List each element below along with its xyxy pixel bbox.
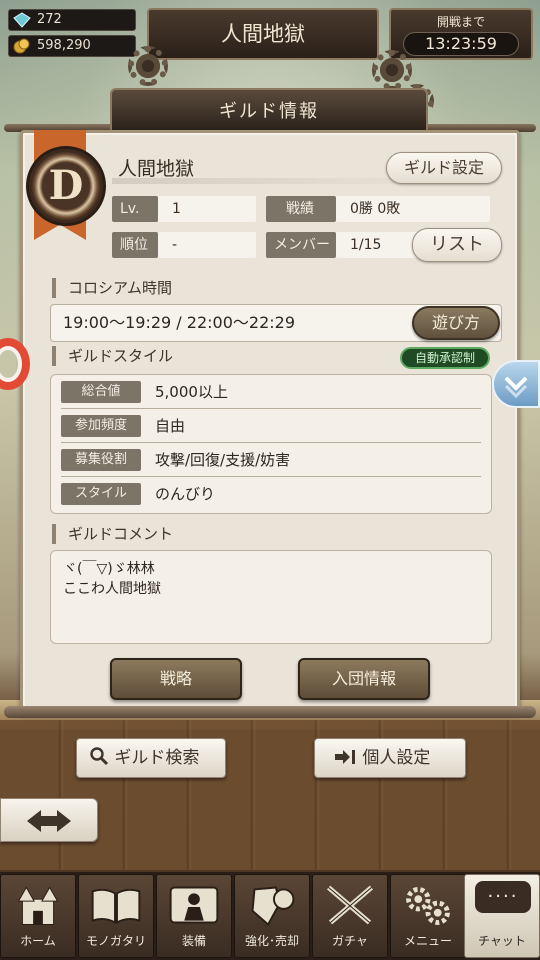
chat-label: チャット xyxy=(478,934,526,948)
strategy-button[interactable]: 戦略 xyxy=(110,658,242,700)
guild-comment-section-title: ギルドコメント xyxy=(52,524,173,544)
level-label: Lv. xyxy=(112,196,158,222)
gear-decoration-right xyxy=(372,50,412,90)
nav-label: ガチャ xyxy=(332,934,368,948)
nav-label: 強化･売却 xyxy=(244,934,299,948)
style-row-value: のんびり xyxy=(155,485,216,503)
join-info-button[interactable]: 入団情報 xyxy=(298,658,430,700)
guild-style-box: 総合値 5,000以上 参加頻度 自由 募集役割 攻撃/回復/支援/妨害 スタイ… xyxy=(50,374,492,514)
personal-settings-button[interactable]: 個人設定 xyxy=(314,738,466,778)
search-icon xyxy=(90,747,109,766)
style-row-label: スタイル xyxy=(61,483,141,505)
comment-line: ここわ人間地獄 xyxy=(63,581,161,597)
guild-search-label: ギルド検索 xyxy=(114,748,200,768)
style-row: 募集役割 攻撃/回復/支援/妨害 xyxy=(61,445,481,477)
timer-label: 開戦まで xyxy=(436,15,485,29)
colosseum-section-title: コロシアム時間 xyxy=(52,278,172,298)
armor-icon xyxy=(169,886,219,924)
back-button[interactable] xyxy=(0,798,98,842)
nav-chat[interactable]: .... チャット xyxy=(464,874,540,958)
timer-value: 13:23:59 xyxy=(403,32,519,56)
guild-emblem: D xyxy=(26,146,106,226)
castle-icon xyxy=(17,886,59,925)
style-row: スタイル のんびり xyxy=(61,479,481,511)
comment-line: ヾ(￣▽)ゞ林林 xyxy=(63,561,155,577)
style-row: 総合値 5,000以上 xyxy=(61,377,481,409)
coin-icon xyxy=(13,38,30,54)
style-row-label: 募集役割 xyxy=(61,449,141,471)
style-row-value: 5,000以上 xyxy=(155,383,228,401)
nav-gacha[interactable]: ガチャ xyxy=(312,874,388,958)
style-row-label: 総合値 xyxy=(61,381,141,403)
coin-counter: 598,290 xyxy=(8,35,136,57)
enter-arrow-icon xyxy=(335,750,355,764)
nav-label: 装備 xyxy=(181,934,206,948)
auto-approve-badge: 自動承認制 xyxy=(400,347,490,369)
personal-settings-label: 個人設定 xyxy=(362,748,431,768)
chat-bubble-icon: .... xyxy=(475,881,531,913)
bottom-rod xyxy=(4,706,536,718)
rank-label: 順位 xyxy=(112,232,158,258)
chevron-down-icon xyxy=(504,376,528,399)
side-chevron-tab[interactable] xyxy=(492,360,540,408)
style-row: 参加頻度 自由 xyxy=(61,411,481,443)
battle-timer: 開戦まで 13:23:59 xyxy=(389,8,533,60)
guild-settings-button[interactable]: ギルド設定 xyxy=(386,152,502,184)
level-value: 1 xyxy=(158,196,256,222)
banner-title: ギルド情報 xyxy=(219,101,319,122)
emblem-letter: D xyxy=(48,162,84,209)
nav-label: メニュー xyxy=(403,934,452,948)
record-value: 0勝 0敗 xyxy=(336,196,490,222)
member-list-button[interactable]: リスト xyxy=(412,228,502,262)
nav-menu[interactable]: メニュー xyxy=(390,874,466,958)
coin-count: 598,290 xyxy=(37,38,91,53)
book-icon xyxy=(91,888,141,925)
members-label: メンバー xyxy=(266,232,336,258)
style-row-value: 自由 xyxy=(155,417,186,435)
guild-title-plate: 人間地獄 xyxy=(147,8,379,60)
style-row-value: 攻撃/回復/支援/妨害 xyxy=(155,451,291,469)
nav-home[interactable]: ホーム xyxy=(0,874,76,958)
rank-value: - xyxy=(158,232,256,258)
guild-comment-box: ヾ(￣▽)ゞ林林 ここわ人間地獄 xyxy=(50,550,492,644)
gears-icon xyxy=(406,886,450,925)
gem-counter: 272 xyxy=(8,9,136,31)
gem-icon xyxy=(13,12,31,28)
gear-decoration-left xyxy=(128,46,168,86)
shield-upgrade-icon xyxy=(251,886,295,927)
guild-style-section-title: ギルドスタイル xyxy=(52,346,173,366)
colosseum-times-text: 19:00〜19:29 / 22:00〜22:29 xyxy=(63,313,296,332)
back-arrow-icon xyxy=(27,810,71,832)
nav-upgrade-sell[interactable]: 強化･売却 xyxy=(234,874,310,958)
guild-name: 人間地獄 xyxy=(118,158,195,180)
guild-search-button[interactable]: ギルド検索 xyxy=(76,738,226,778)
nav-story[interactable]: モノガタリ xyxy=(78,874,154,958)
nav-label: ホーム xyxy=(20,934,56,948)
nav-equipment[interactable]: 装備 xyxy=(156,874,232,958)
gem-count: 272 xyxy=(37,12,62,27)
nav-label: モノガタリ xyxy=(85,934,146,948)
how-to-play-button[interactable]: 遊び方 xyxy=(412,306,500,340)
crossed-swords-icon xyxy=(326,885,374,925)
style-row-label: 参加頻度 xyxy=(61,415,141,437)
guild-info-banner: ギルド情報 xyxy=(110,88,428,132)
record-label: 戦績 xyxy=(266,196,336,222)
